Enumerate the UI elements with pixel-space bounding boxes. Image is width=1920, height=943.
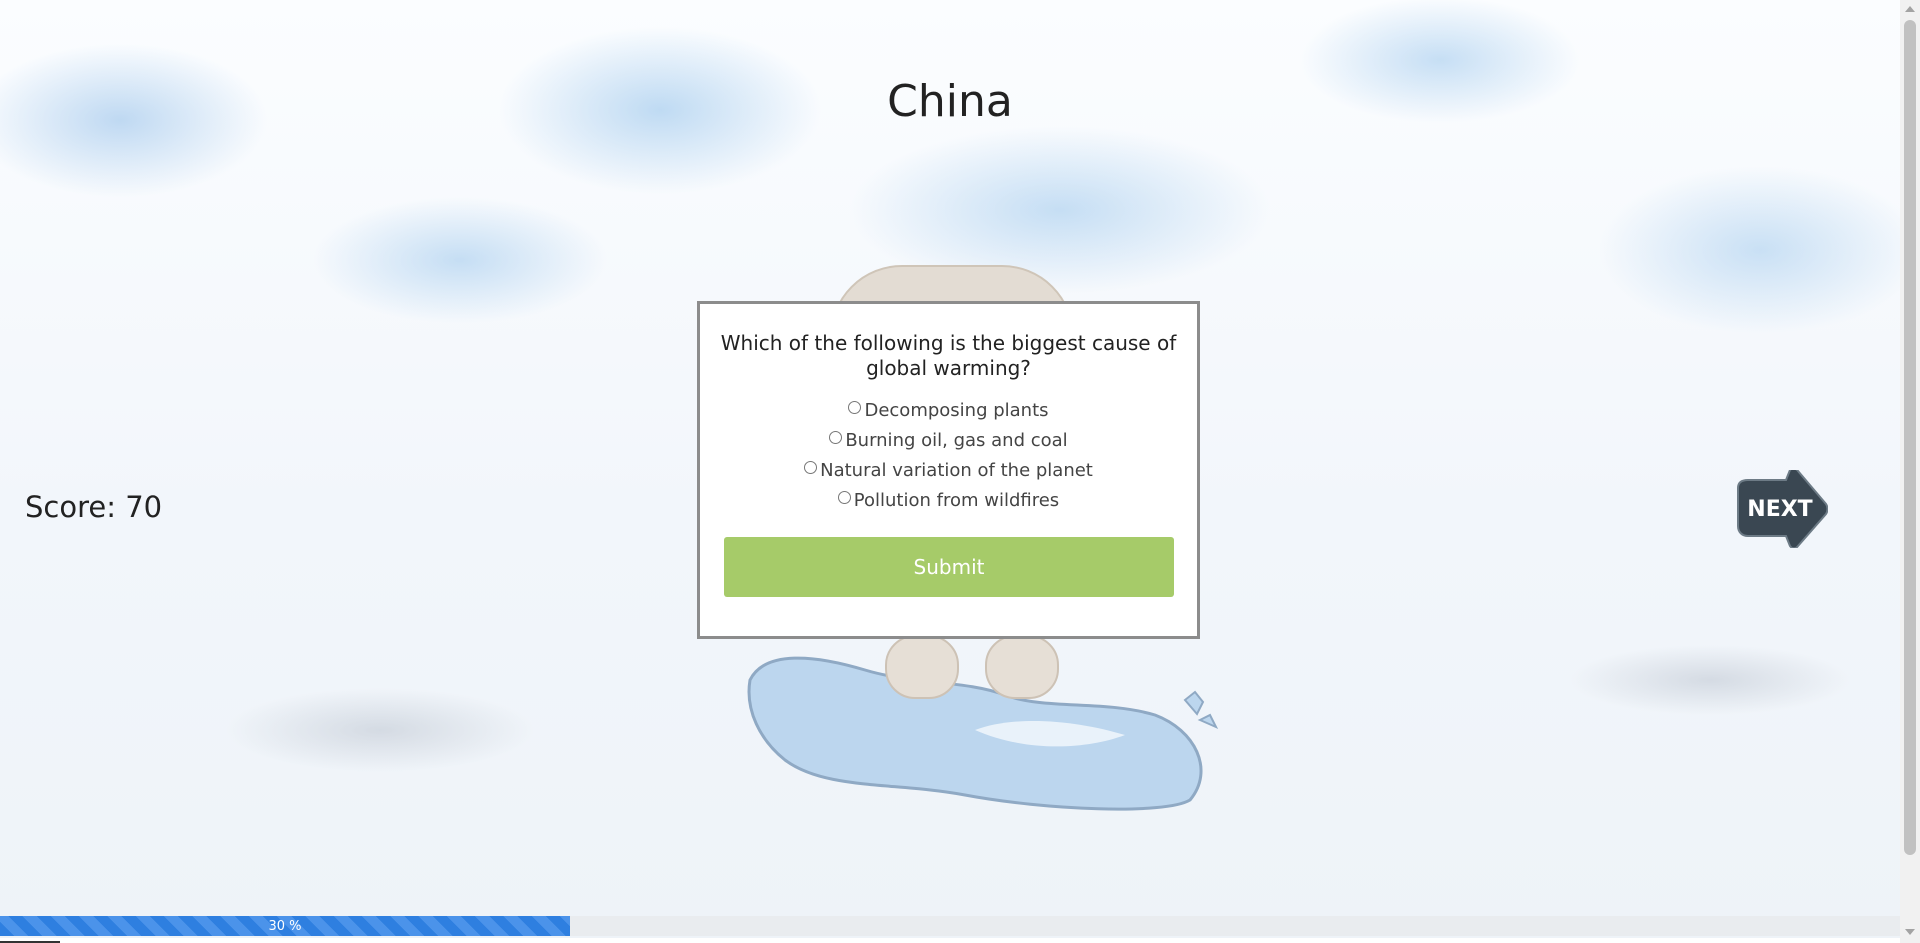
quiz-card: Which of the following is the biggest ca… xyxy=(697,301,1200,639)
answer-option[interactable]: Pollution from wildfires xyxy=(700,485,1197,515)
polar-bear-paw-right xyxy=(985,635,1059,699)
scroll-up-icon[interactable] xyxy=(1905,6,1915,12)
score-display: Score: 70 xyxy=(25,490,163,524)
answer-option-label: Pollution from wildfires xyxy=(853,489,1060,511)
answer-option[interactable]: Decomposing plants xyxy=(700,395,1197,425)
answer-option[interactable]: Burning oil, gas and coal xyxy=(700,425,1197,455)
radio-button[interactable] xyxy=(837,491,851,504)
bottom-divider xyxy=(0,938,1900,943)
answer-option-label: Burning oil, gas and coal xyxy=(845,429,1068,451)
answer-option-label: Natural variation of the planet xyxy=(820,459,1093,481)
page-title: China xyxy=(887,76,1013,128)
scrollbar-thumb[interactable] xyxy=(1904,20,1916,855)
next-arrow-icon: NEXT xyxy=(1737,467,1829,550)
next-button-label: NEXT xyxy=(1747,497,1812,522)
progress-label: 30 % xyxy=(268,918,302,934)
radio-button[interactable] xyxy=(829,431,843,444)
next-button[interactable]: NEXT xyxy=(1728,467,1829,550)
answer-option[interactable]: Natural variation of the planet xyxy=(700,455,1197,485)
submit-button[interactable]: Submit xyxy=(724,537,1174,597)
radio-button[interactable] xyxy=(804,461,818,474)
scroll-down-icon[interactable] xyxy=(1905,929,1915,935)
polar-bear-paw-left xyxy=(885,635,959,699)
radio-button[interactable] xyxy=(848,401,862,414)
progress-bar: 30 % xyxy=(0,916,1900,936)
progress-bar-fill: 30 % xyxy=(0,916,570,936)
answer-option-label: Decomposing plants xyxy=(864,399,1049,421)
vertical-scrollbar[interactable] xyxy=(1900,0,1920,943)
answer-options: Decomposing plants Burning oil, gas and … xyxy=(700,395,1197,515)
quiz-question: Which of the following is the biggest ca… xyxy=(720,331,1177,380)
